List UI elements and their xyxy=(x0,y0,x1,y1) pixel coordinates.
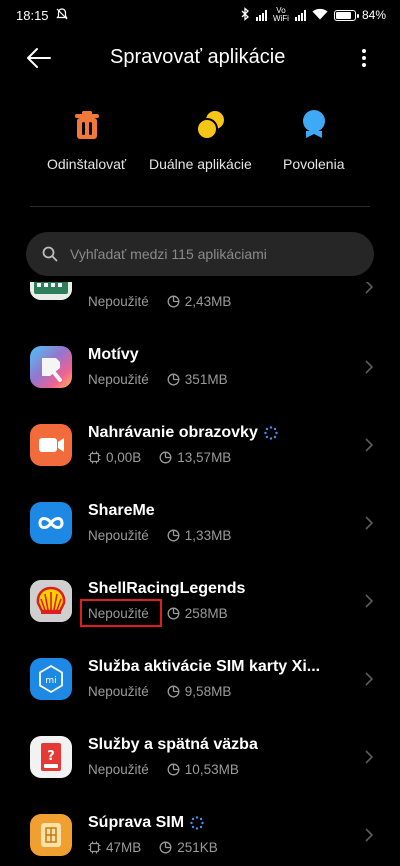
status-time: 18:15 xyxy=(16,7,49,23)
app-list: Nepoužité 2,43MB Motívy Nepoužité 351MB xyxy=(0,282,400,866)
uninstall-button[interactable]: Odinštalovať xyxy=(47,108,126,172)
running-indicator-icon xyxy=(264,426,278,440)
storage-icon xyxy=(159,841,172,854)
app-size: 351MB xyxy=(184,372,228,387)
mute-icon xyxy=(55,7,69,24)
app-size: 251KB xyxy=(177,840,218,855)
permissions-label: Povolenia xyxy=(283,156,345,172)
app-row-feedback[interactable]: ? Služby a spätná väzba Nepoužité 10,53M… xyxy=(0,720,400,798)
app-size: 258MB xyxy=(184,606,228,621)
storage-icon xyxy=(167,763,180,776)
app-name: Služby a spätná väzba xyxy=(88,736,258,753)
usage-status: Nepoužité xyxy=(88,684,149,699)
storage-icon xyxy=(167,295,180,308)
mi-icon: mi xyxy=(30,658,72,700)
shareme-icon xyxy=(30,502,72,544)
sim-toolkit-icon xyxy=(30,814,72,856)
trash-icon xyxy=(71,108,103,142)
more-options-button[interactable] xyxy=(352,46,376,70)
screen-recorder-icon xyxy=(30,424,72,466)
app-row-sim-toolkit[interactable]: Súprava SIM 47MB 251KB xyxy=(0,798,400,866)
app-name: Nahrávanie obrazovky xyxy=(88,424,258,441)
storage-icon xyxy=(159,451,172,464)
chevron-right-icon xyxy=(365,282,374,294)
cpu-icon xyxy=(88,451,101,464)
chevron-right-icon xyxy=(365,438,374,452)
app-row-shell-racing[interactable]: ShellRacingLegends Nepoužité 258MB xyxy=(0,564,400,642)
highlight-box xyxy=(80,599,162,627)
shell-icon xyxy=(30,580,72,622)
dual-apps-label: Duálne aplikácie xyxy=(149,156,252,172)
search-icon xyxy=(42,246,58,262)
page-title: Spravovať aplikácie xyxy=(110,46,286,68)
app-row-screen-recorder[interactable]: Nahrávanie obrazovky 0,00B 13,57MB xyxy=(0,408,400,486)
app-name: ShellRacingLegends xyxy=(88,580,246,597)
chevron-right-icon xyxy=(365,672,374,686)
storage-icon xyxy=(167,685,180,698)
app-size: 2,43MB xyxy=(184,294,232,309)
wifi-icon xyxy=(312,8,328,23)
bluetooth-icon xyxy=(240,6,250,24)
app-size: 13,57MB xyxy=(177,450,232,465)
themes-icon xyxy=(30,346,72,388)
search-placeholder: Vyhľadať medzi 115 aplikáciami xyxy=(70,246,267,262)
chevron-right-icon xyxy=(365,360,374,374)
app-size: 1,33MB xyxy=(184,528,232,543)
quick-actions: Odinštalovať Duálne aplikácie Povolenia xyxy=(0,108,400,180)
back-arrow-icon xyxy=(27,48,51,68)
storage-icon xyxy=(167,607,180,620)
app-row-shareme[interactable]: ShareMe Nepoužité 1,33MB xyxy=(0,486,400,564)
app-size: 9,58MB xyxy=(184,684,232,699)
app-name: Motívy xyxy=(88,346,139,363)
divider xyxy=(30,206,370,207)
search-input[interactable]: Vyhľadať medzi 115 aplikáciami xyxy=(26,232,374,276)
app-size: 10,53MB xyxy=(184,762,239,777)
cpu-icon xyxy=(88,841,101,854)
dual-apps-button[interactable]: Duálne aplikácie xyxy=(149,108,252,172)
running-indicator-icon xyxy=(190,816,204,830)
chevron-right-icon xyxy=(365,516,374,530)
storage-icon xyxy=(167,529,180,542)
header: Spravovať aplikácie xyxy=(0,34,400,82)
svg-text:mi: mi xyxy=(45,676,56,686)
app-name: ShareMe xyxy=(88,502,155,519)
chevron-right-icon xyxy=(365,750,374,764)
app-name: Súprava SIM xyxy=(88,814,185,831)
storage-icon xyxy=(167,373,180,386)
chevron-right-icon xyxy=(365,828,374,842)
battery-icon xyxy=(333,9,359,21)
usage-status: Nepoužité xyxy=(88,294,149,309)
usage-status: Nepoužité xyxy=(88,762,149,777)
uninstall-label: Odinštalovať xyxy=(47,156,127,172)
cpu-usage: 47MB xyxy=(106,840,142,855)
usage-status: Nepoužité xyxy=(88,372,149,387)
feedback-icon: ? xyxy=(30,736,72,778)
status-bar: 18:15 Vo WiFi 84% xyxy=(0,0,400,30)
chevron-right-icon xyxy=(365,594,374,608)
svg-text:?: ? xyxy=(47,749,55,764)
battery-percent: 84% xyxy=(361,8,386,22)
back-button[interactable] xyxy=(24,46,54,70)
app-row-sim-activation[interactable]: mi Služba aktivácie SIM karty Xi... Nepo… xyxy=(0,642,400,720)
cpu-usage: 0,00B xyxy=(106,450,142,465)
volte-icon: Vo WiFi xyxy=(272,6,289,23)
dual-apps-icon xyxy=(195,108,227,142)
app-name: Služba aktivácie SIM karty Xi... xyxy=(88,658,321,675)
usage-status: Nepoužité xyxy=(88,528,149,543)
partial-app-icon xyxy=(30,282,72,300)
app-row-motivy[interactable]: Motívy Nepoužité 351MB xyxy=(0,330,400,408)
permissions-icon xyxy=(298,108,330,142)
permissions-button[interactable]: Povolenia xyxy=(283,108,345,172)
signal-icon-2 xyxy=(294,9,306,21)
signal-icon xyxy=(255,9,267,21)
app-row[interactable]: Nepoužité 2,43MB xyxy=(0,282,400,328)
